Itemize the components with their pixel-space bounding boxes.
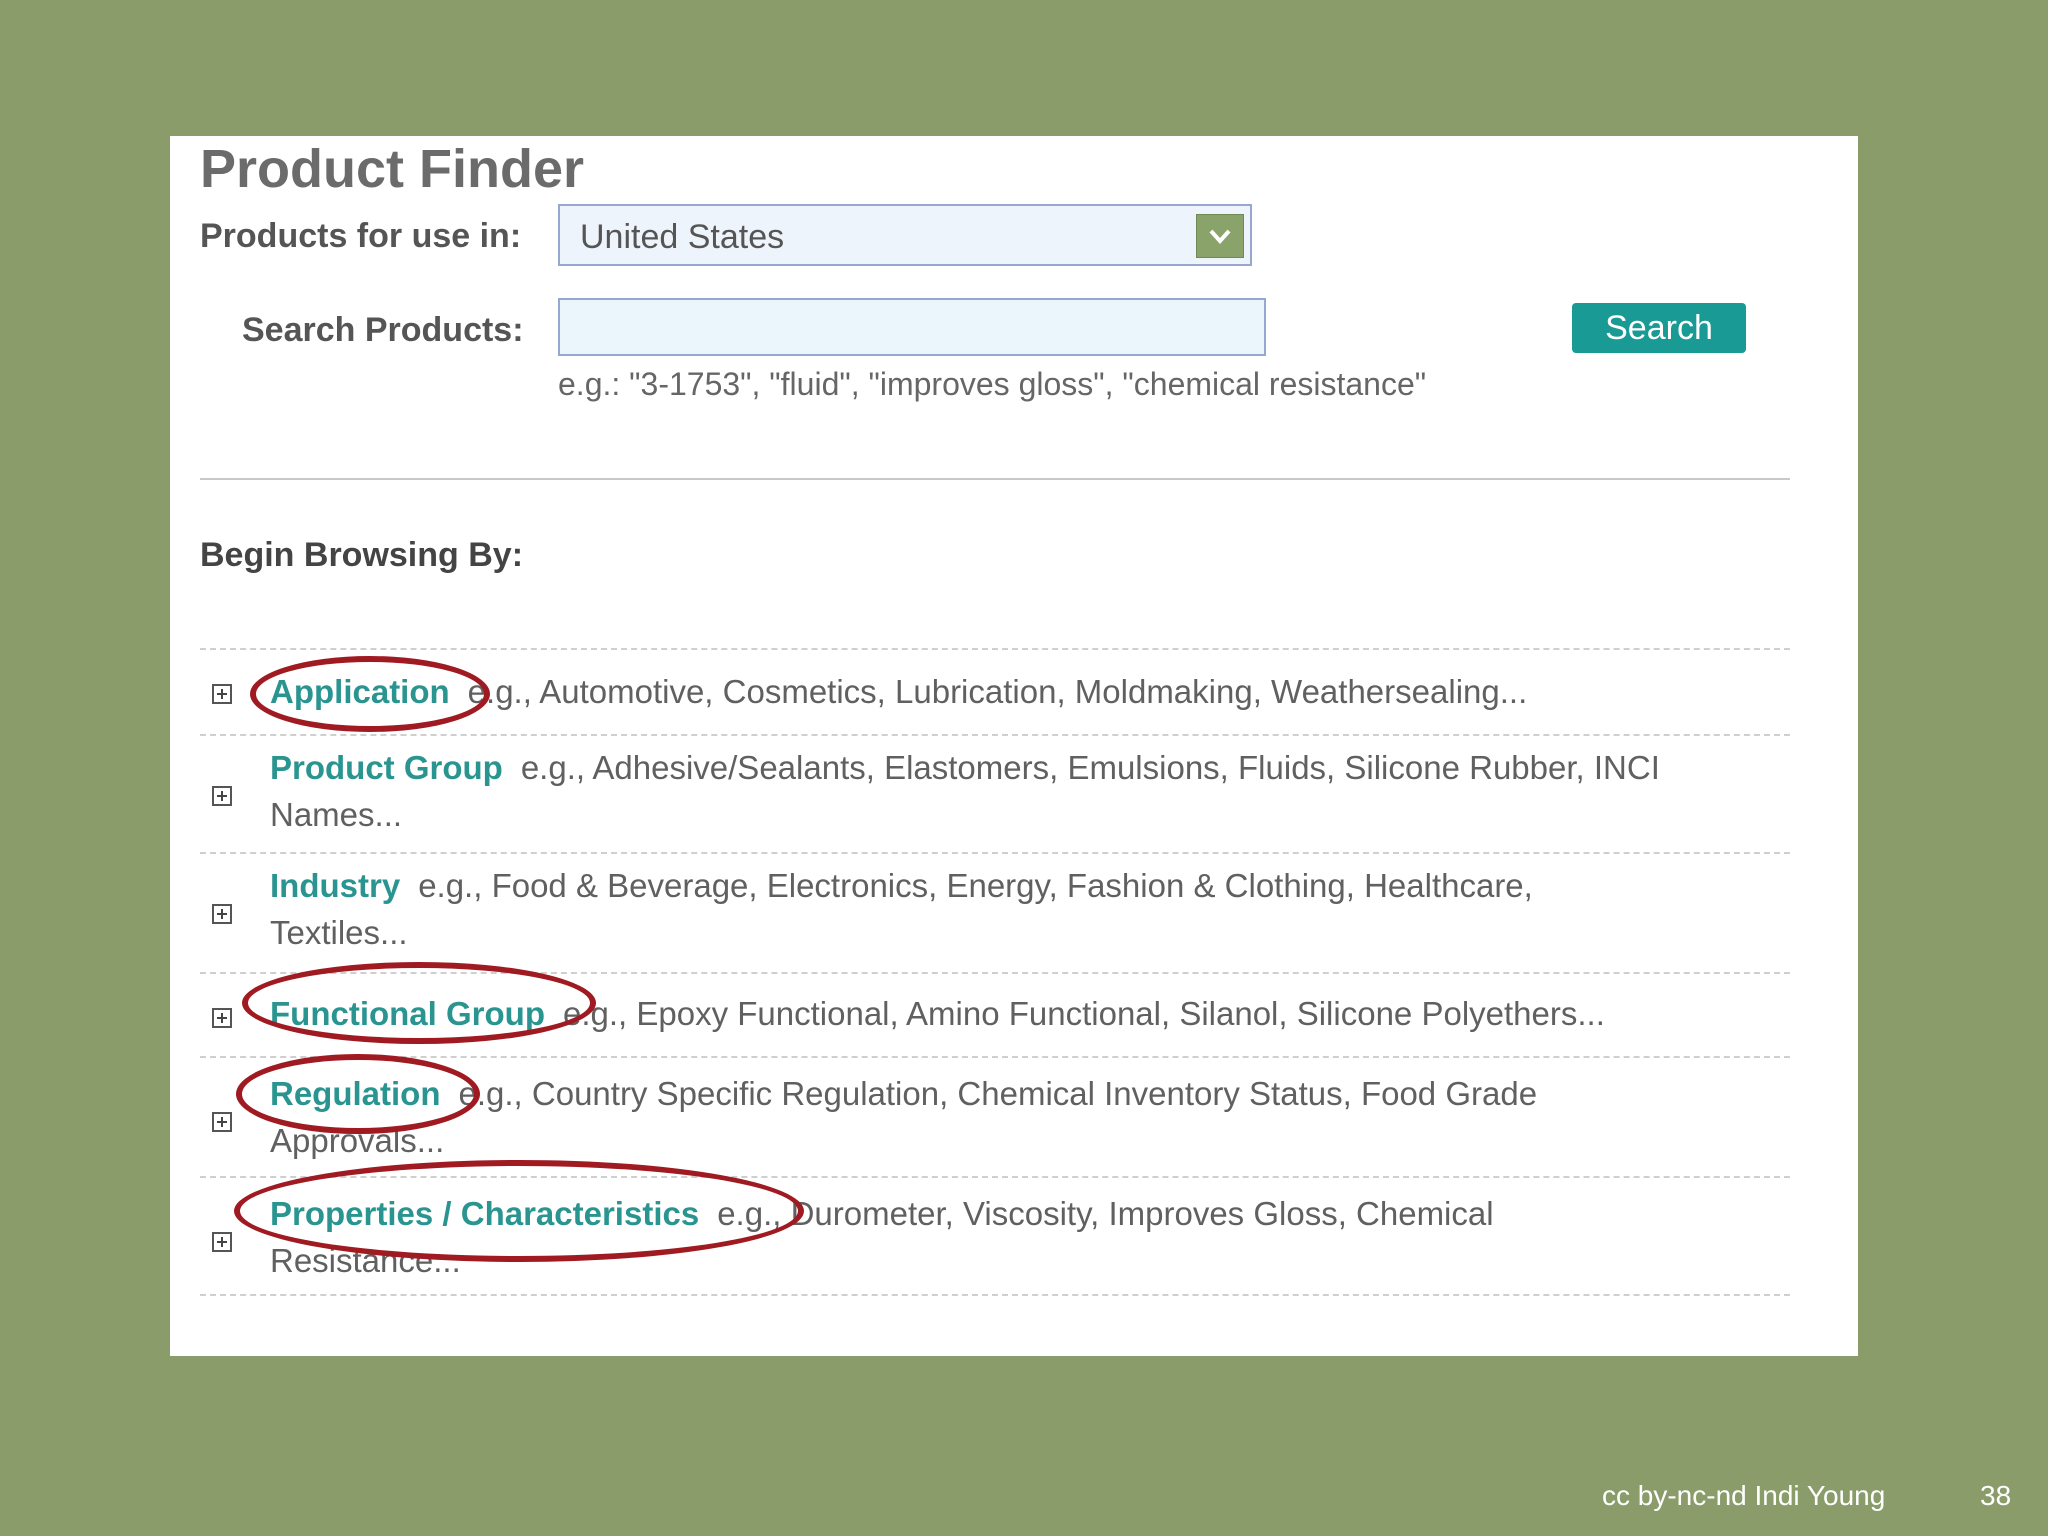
expand-icon[interactable] <box>212 1232 232 1252</box>
divider <box>200 478 1790 480</box>
expand-icon[interactable] <box>212 1112 232 1132</box>
expand-icon[interactable] <box>212 1008 232 1028</box>
browse-description: e.g., Food & Beverage, Electronics, Ener… <box>270 867 1533 951</box>
dropdown-arrow-icon[interactable] <box>1196 214 1244 258</box>
page-number: 38 <box>1980 1480 2012 1511</box>
expand-icon[interactable] <box>212 786 232 806</box>
search-label: Search Products: <box>242 311 524 349</box>
search-button[interactable]: Search <box>1572 303 1746 353</box>
expand-icon[interactable] <box>212 904 232 924</box>
browse-row-product-group[interactable]: Product Group e.g., Adhesive/Sealants, El… <box>200 734 1790 852</box>
highlight-ellipse <box>250 656 490 732</box>
browse-heading: Begin Browsing By: <box>200 536 524 574</box>
highlight-ellipse <box>234 1160 804 1262</box>
browse-row-industry[interactable]: Industry e.g., Food & Beverage, Electroni… <box>200 852 1790 972</box>
use-in-label: Products for use in: <box>200 217 522 255</box>
browse-link-product-group[interactable]: Product Group <box>270 749 503 786</box>
search-input[interactable] <box>558 298 1266 356</box>
browse-link-industry[interactable]: Industry <box>270 867 400 904</box>
country-select-value: United States <box>580 218 785 256</box>
country-select[interactable]: United States <box>558 204 1252 266</box>
expand-icon[interactable] <box>212 684 232 704</box>
product-finder-panel: Product Finder Products for use in: Unit… <box>170 136 1858 1356</box>
highlight-ellipse <box>236 1054 480 1134</box>
highlight-ellipse <box>242 962 596 1044</box>
browse-description: e.g., Epoxy Functional, Amino Functional… <box>562 995 1605 1032</box>
browse-description: e.g., Automotive, Cosmetics, Lubrication… <box>467 673 1528 710</box>
page-title: Product Finder <box>200 139 585 199</box>
search-hint: e.g.: "3-1753", "fluid", "improves gloss… <box>558 366 1427 402</box>
credit-text: cc by-nc-nd Indi Young <box>1602 1480 1886 1511</box>
